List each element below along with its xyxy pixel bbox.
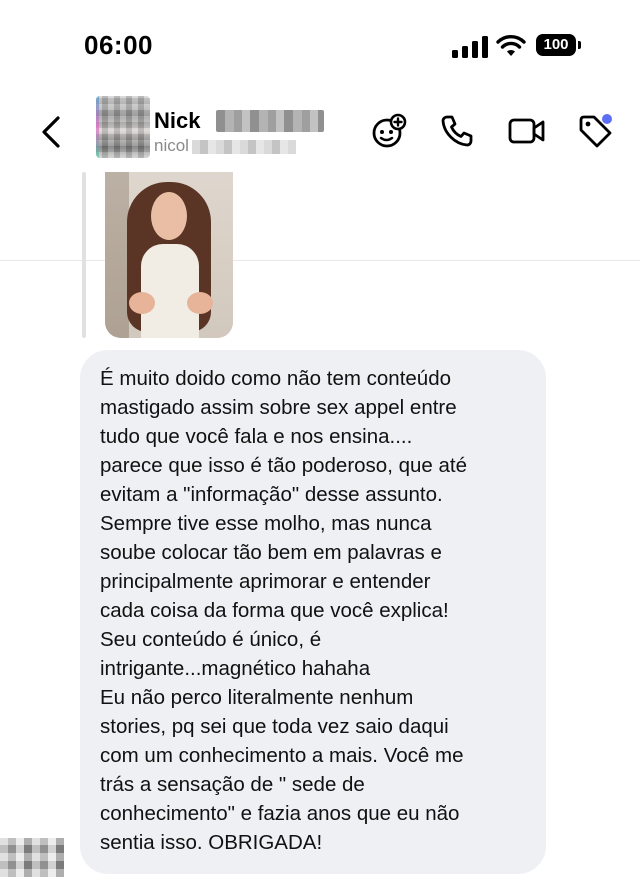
message-line: principalmente aprimorar e entender [100,570,431,593]
status-bar: 06:00 100 [0,0,640,90]
chat-header: Nick nicol [0,90,640,261]
cellular-signal-icon [452,36,488,58]
message-line: intrigante...magnético hahaha [100,657,371,680]
message-line: evitam a "informação" desse assunto. [100,483,443,506]
wifi-icon [496,35,526,56]
message-text: É muito doido como não tem conteúdo mast… [100,364,540,857]
message-line: Sempre tive esse molho, mas nunca [100,512,432,535]
message-line: É muito doido como não tem conteúdo [100,367,451,390]
reply-indicator-line [82,172,86,338]
message-line: trás a sensação de " sede de [100,773,365,796]
status-time: 06:00 [84,30,153,60]
battery-icon: 100 [536,34,582,58]
message-line: Seu conteúdo é único, é [100,628,322,651]
header-divider [0,260,640,261]
contact-name[interactable]: Nick [154,108,200,134]
contact-avatar[interactable] [96,96,150,158]
tag-icon[interactable] [576,112,614,150]
message-line: com um conhecimento a mais. Você me [100,744,464,767]
notification-dot [602,114,612,124]
name-redaction [216,110,324,132]
phone-icon[interactable] [438,112,476,150]
back-chevron-icon[interactable] [36,112,68,152]
message-line: parece que isso é tão poderoso, que até [100,454,467,477]
effects-icon[interactable] [370,112,408,150]
message-line: sentia isso. OBRIGADA! [100,831,323,854]
message-line: tudo que você fala e nos ensina.... [100,425,413,448]
message-line: stories, pq sei que toda vez saio daqui [100,715,449,738]
username-redaction [192,140,296,154]
contact-username[interactable]: nicol [154,136,189,156]
message-line: mastigado assim sobre sex appel entre [100,396,457,419]
battery-level: 100 [543,36,569,53]
message-line: conhecimento" e fazia anos que eu não [100,802,460,825]
message-line: cada coisa da forma que você explica! [100,599,449,622]
video-camera-icon[interactable] [508,112,546,150]
sender-avatar[interactable] [0,838,64,877]
message-line: soube colocar tão bem em palavras e [100,541,442,564]
message-line: Eu não perco literalmente nenhum [100,686,414,709]
story-reply-thumbnail[interactable] [105,172,233,338]
